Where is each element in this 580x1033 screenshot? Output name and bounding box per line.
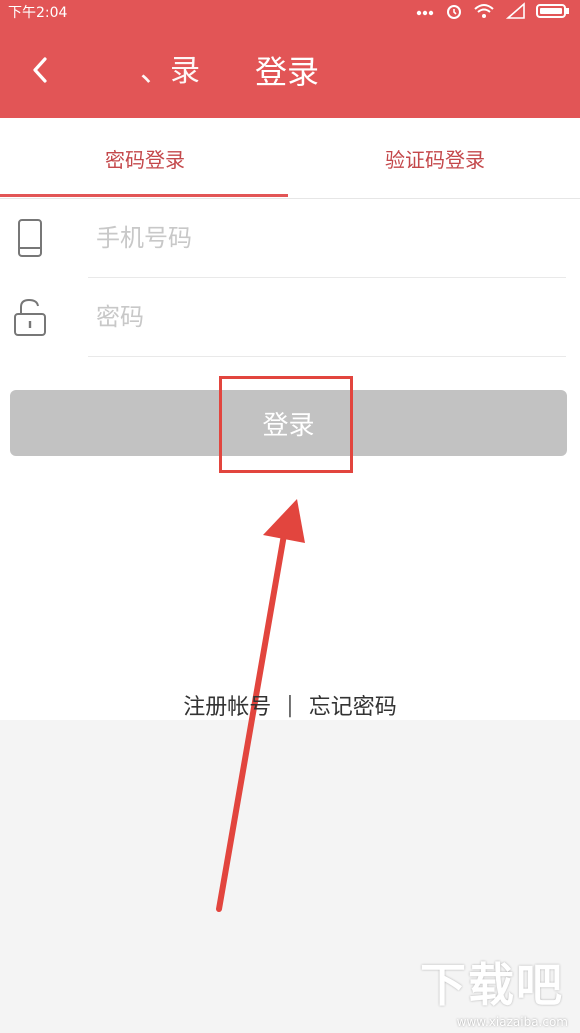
watermark-url: www.xiazaiba.com — [456, 1015, 568, 1029]
wifi-icon — [473, 2, 495, 24]
padlock-icon — [12, 296, 48, 338]
login-form: 登录 注册帐号 | 忘记密码 — [0, 199, 580, 912]
app-bar: 、录 登录 — [0, 24, 580, 118]
notification-dots-icon — [416, 5, 434, 21]
divider — [88, 356, 566, 357]
password-input[interactable] — [96, 296, 556, 338]
alarm-icon — [445, 2, 463, 24]
annotation-highlight-box — [219, 376, 353, 473]
back-button[interactable] — [22, 52, 58, 92]
tab-password-login[interactable]: 密码登录 — [0, 118, 290, 198]
link-separator: | — [286, 692, 294, 718]
phone-field — [0, 199, 580, 277]
forgot-password-link[interactable]: 忘记密码 — [309, 695, 397, 720]
watermark-logo: 下载吧 — [420, 958, 564, 1012]
battery-icon — [536, 2, 570, 24]
password-field — [0, 278, 580, 356]
active-tab-indicator — [0, 194, 288, 197]
register-link[interactable]: 注册帐号 — [183, 695, 271, 720]
signal-icon — [505, 2, 526, 24]
header: 下午2:04 、录 登录 — [0, 0, 580, 118]
appbar-faded-title: 、录 — [140, 54, 200, 89]
status-icons — [410, 2, 570, 22]
phone-input[interactable] — [96, 217, 556, 259]
status-bar: 下午2:04 — [0, 0, 580, 24]
status-time: 下午2:04 — [8, 5, 68, 21]
login-screen: 下午2:04 、录 登录 密码登录 验证码登录 手机号码 登录 注册帐号 | 忘… — [0, 0, 580, 1033]
page-title: 登录 — [255, 53, 320, 91]
login-tabs: 密码登录 验证码登录 — [0, 118, 580, 199]
mobile-phone-icon — [12, 217, 48, 259]
tab-sms-login[interactable]: 验证码登录 — [290, 118, 580, 198]
account-links: 注册帐号 | 忘记密码 — [0, 689, 580, 721]
chevron-left-icon — [30, 56, 50, 88]
